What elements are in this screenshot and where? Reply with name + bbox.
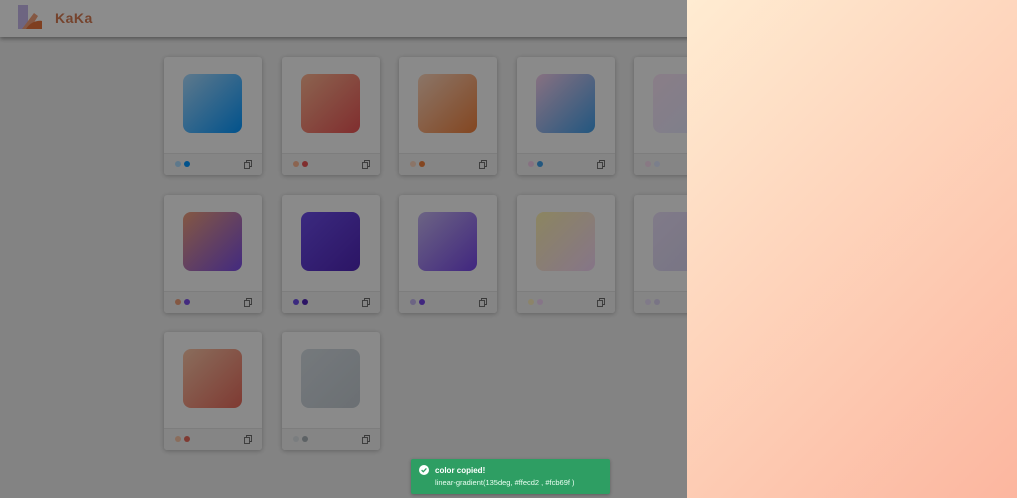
gradient-preview-panel[interactable] xyxy=(687,0,1017,498)
copy-success-toast: color copied! linear-gradient(135deg, #f… xyxy=(411,459,610,494)
toast-message: linear-gradient(135deg, #ffecd2 , #fcb69… xyxy=(435,478,575,487)
toast-title: color copied! xyxy=(435,466,486,475)
modal-overlay[interactable] xyxy=(0,0,687,498)
check-circle-icon xyxy=(419,465,429,475)
